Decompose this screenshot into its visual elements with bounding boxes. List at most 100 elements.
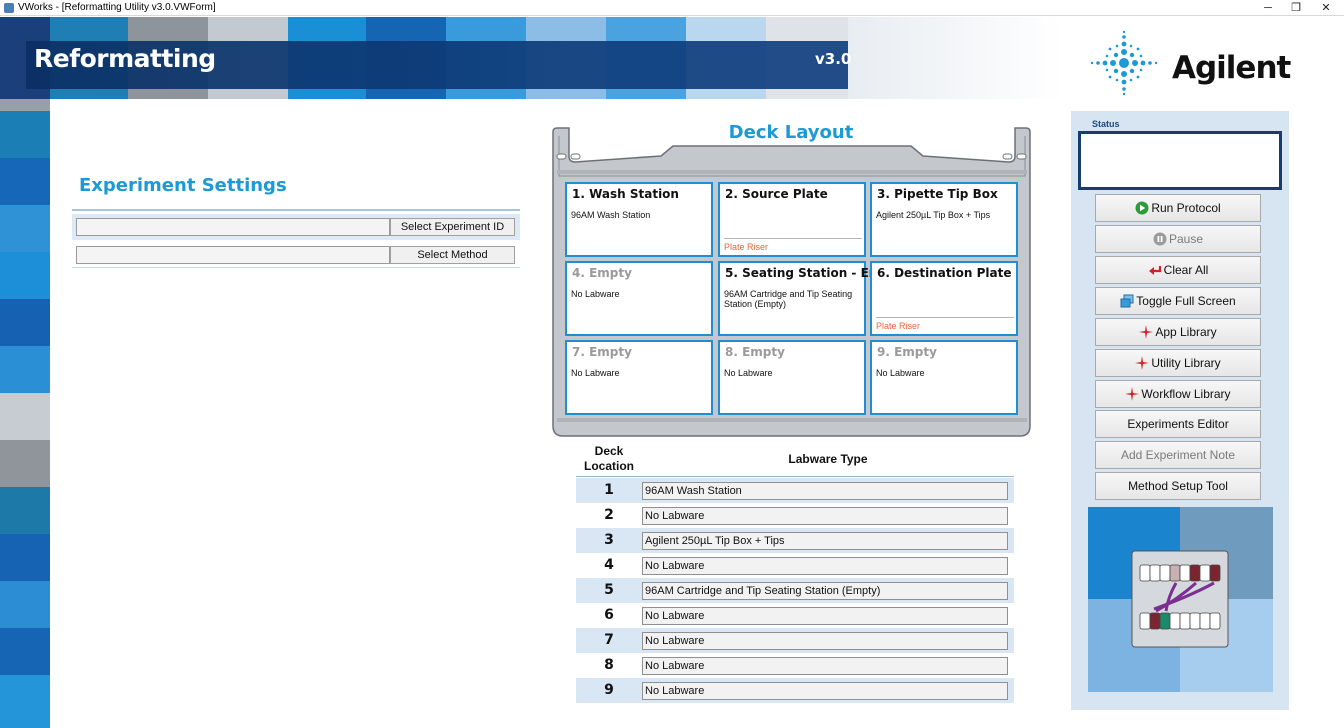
status-text (1081, 134, 1279, 187)
deck-position-labware: No Labware (571, 289, 620, 299)
experiment-id-field[interactable] (76, 218, 390, 236)
close-button[interactable]: ✕ (1312, 0, 1340, 16)
app-window: VWorks - [Reformatting Utility v3.0.VWFo… (0, 0, 1344, 728)
deck-position-9[interactable]: 9. Empty No Labware (870, 340, 1018, 415)
deck-location-number: 3 (604, 532, 614, 548)
decorative-side-stripe (0, 17, 50, 728)
plate-riser-label: Plate Riser (876, 317, 1014, 331)
deck-location-number: 8 (604, 657, 614, 673)
agilent-spark-logo-icon (1090, 30, 1158, 96)
status-label: Status (1092, 119, 1120, 129)
vworks-app-icon (4, 3, 14, 13)
method-setup-tool-button[interactable]: Method Setup Tool (1095, 472, 1261, 500)
labware-type-field[interactable]: No Labware (642, 507, 1008, 525)
deck-position-7[interactable]: 7. Empty No Labware (565, 340, 713, 415)
restore-button[interactable]: ❐ (1282, 0, 1310, 16)
column-header-line: Deck (594, 444, 624, 458)
agilent-logo-text: Agilent (1172, 50, 1291, 86)
add-experiment-note-button[interactable]: Add Experiment Note (1095, 441, 1261, 469)
workflow-library-button[interactable]: Workflow Library (1095, 380, 1261, 408)
app-library-button[interactable]: App Library (1095, 318, 1261, 346)
deck-position-title: 2. Source Plate (725, 187, 828, 201)
labware-type-field[interactable]: No Labware (642, 607, 1008, 625)
deck-position-6[interactable]: 6. Destination Plate Plate Riser (870, 261, 1018, 336)
labware-type-field[interactable]: No Labware (642, 557, 1008, 575)
minimize-button[interactable]: ─ (1254, 0, 1282, 16)
pause-icon (1153, 229, 1167, 246)
select-method-button[interactable]: Select Method (390, 246, 515, 264)
deck-position-3[interactable]: 3. Pipette Tip Box Agilent 250µL Tip Box… (870, 182, 1018, 257)
agilent-spark-icon (1135, 353, 1150, 370)
toggle-full-screen-button[interactable]: Toggle Full Screen (1095, 287, 1261, 315)
plate-riser-label: Plate Riser (724, 238, 862, 252)
deck-location-number: 2 (604, 507, 614, 523)
deck-position-title: 6. Destination Plate (877, 266, 1012, 280)
deck-position-4[interactable]: 4. Empty No Labware (565, 261, 713, 336)
pause-button[interactable]: Pause (1095, 225, 1261, 253)
deck-location-number: 1 (604, 482, 614, 498)
experiment-id-row: Select Experiment ID (72, 214, 520, 240)
deck-position-5[interactable]: 5. Seating Station - Empty 96AM Cartridg… (718, 261, 903, 336)
deck-location-number: 5 (604, 582, 614, 598)
experiment-settings-title: Experiment Settings (79, 175, 287, 196)
app-title: Reformatting (34, 44, 216, 73)
experiments-editor-button[interactable]: Experiments Editor (1095, 410, 1261, 438)
agilent-spark-icon (1139, 322, 1154, 339)
utility-library-label: Utility Library (1151, 356, 1221, 370)
deck-location-number: 7 (604, 632, 614, 648)
deck-position-2[interactable]: 2. Source Plate Plate Riser (718, 182, 866, 257)
table-row: 8 No Labware (576, 653, 1014, 678)
clear-all-button[interactable]: Clear All (1095, 256, 1261, 284)
full-screen-icon (1120, 291, 1134, 308)
clear-all-label: Clear All (1163, 263, 1209, 277)
play-icon (1135, 198, 1149, 215)
pause-label: Pause (1168, 232, 1204, 246)
experiment-settings-panel: Select Experiment ID Select Method (72, 209, 520, 268)
labware-type-field[interactable]: Agilent 250µL Tip Box + Tips (642, 532, 1008, 550)
deck-position-labware: 96AM Wash Station (571, 210, 651, 220)
reformatting-illustration-icon (1088, 507, 1273, 692)
deck-position-labware: No Labware (876, 368, 925, 378)
column-header-line: Location (584, 459, 634, 473)
utility-library-button[interactable]: Utility Library (1095, 349, 1261, 377)
agilent-spark-icon (1125, 384, 1140, 401)
select-experiment-id-button[interactable]: Select Experiment ID (390, 218, 515, 236)
deck-layout-grid: 1. Wash Station 96AM Wash Station 2. Sou… (565, 182, 1020, 416)
deck-position-title: 4. Empty (572, 266, 632, 280)
deck-position-1[interactable]: 1. Wash Station 96AM Wash Station (565, 182, 713, 257)
deck-location-number: 4 (604, 557, 614, 573)
table-row: 2 No Labware (576, 503, 1014, 528)
table-row: 6 No Labware (576, 603, 1014, 628)
deck-position-title: 1. Wash Station (572, 187, 679, 201)
labware-type-field[interactable]: 96AM Cartridge and Tip Seating Station (… (642, 582, 1008, 600)
column-header-labware-type: Labware Type (788, 452, 868, 466)
workflow-library-label: Workflow Library (1141, 387, 1231, 401)
deck-position-title: 3. Pipette Tip Box (877, 187, 998, 201)
window-title-bar: VWorks - [Reformatting Utility v3.0.VWFo… (0, 0, 1344, 16)
labware-type-field[interactable]: No Labware (642, 657, 1008, 675)
control-panel: Status Run Protocol Pause Clear All Togg… (1071, 111, 1289, 710)
deck-position-8[interactable]: 8. Empty No Labware (718, 340, 866, 415)
window-title: VWorks - [Reformatting Utility v3.0.VWFo… (18, 2, 216, 13)
table-row: 4 No Labware (576, 553, 1014, 578)
labware-type-field[interactable]: 96AM Wash Station (642, 482, 1008, 500)
table-row: 9 No Labware (576, 678, 1014, 703)
table-row: 3 Agilent 250µL Tip Box + Tips (576, 528, 1014, 553)
deck-position-labware: No Labware (571, 368, 620, 378)
deck-position-title: 7. Empty (572, 345, 632, 359)
labware-type-field[interactable]: No Labware (642, 682, 1008, 700)
deck-position-labware: No Labware (724, 368, 773, 378)
table-row: 7 No Labware (576, 628, 1014, 653)
toggle-full-screen-label: Toggle Full Screen (1136, 294, 1236, 308)
agilent-logo: Agilent (1086, 30, 1291, 110)
run-protocol-label: Run Protocol (1151, 201, 1221, 215)
deck-position-labware: 96AM Cartridge and Tip Seating Station (… (724, 289, 853, 309)
deck-position-labware: Agilent 250µL Tip Box + Tips (876, 210, 991, 220)
run-protocol-button[interactable]: Run Protocol (1095, 194, 1261, 222)
status-box (1078, 131, 1282, 190)
clear-arrow-icon (1148, 260, 1162, 275)
method-row: Select Method (72, 242, 520, 268)
table-row: 1 96AM Wash Station (576, 478, 1014, 503)
method-field[interactable] (76, 246, 390, 264)
labware-type-field[interactable]: No Labware (642, 632, 1008, 650)
